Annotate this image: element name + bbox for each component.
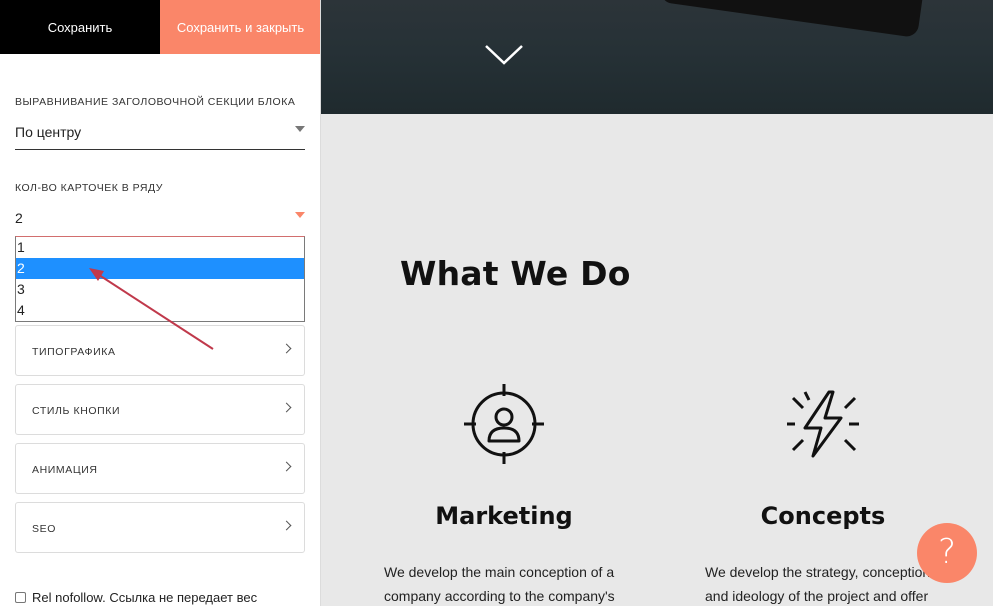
card-text-line: company according to the company's — [384, 588, 615, 604]
cards-per-row-value: 2 — [15, 210, 23, 226]
card-title: Marketing — [435, 502, 573, 530]
card-text: We develop the main conception of a comp… — [384, 560, 615, 606]
chevron-right-icon — [281, 520, 292, 531]
caret-down-icon — [295, 212, 305, 218]
rel-nofollow-label: Rel nofollow. Ссылка не передает вес — [32, 590, 258, 605]
caret-down-icon — [295, 126, 305, 132]
section-typography[interactable]: Типографика — [15, 325, 305, 376]
dropdown-option[interactable]: 4 — [16, 300, 304, 321]
cards-per-row-select[interactable]: 2 — [15, 204, 305, 236]
header-alignment-select[interactable]: По центру — [15, 118, 305, 150]
question-icon: ? — [937, 532, 957, 572]
rel-nofollow-row: Rel nofollow. Ссылка не передает вес — [15, 590, 315, 606]
card-text-line: We develop the strategy, conception — [705, 564, 931, 580]
section-label: Типографика — [32, 346, 116, 358]
card-title: Concepts — [760, 502, 886, 530]
cards-per-row-dropdown: 1 2 3 4 — [15, 236, 305, 322]
dropdown-option-selected[interactable]: 2 — [16, 258, 304, 279]
device-image — [659, 0, 923, 38]
card-text-line: and ideology of the project and offer — [705, 588, 929, 604]
chevron-right-icon — [281, 343, 292, 354]
header-alignment-label: Выравнивание заголовочной секции блока — [15, 96, 296, 108]
section-heading: What We Do — [400, 254, 631, 293]
card-text: We develop the strategy, conception and … — [705, 560, 930, 606]
chevron-right-icon — [281, 461, 292, 472]
target-user-icon — [464, 384, 544, 464]
section-seo[interactable]: SEO — [15, 502, 305, 553]
dropdown-option[interactable]: 1 — [16, 237, 304, 258]
section-label: Стиль кнопки — [32, 405, 121, 417]
card-text-line: We develop the main conception of a — [384, 564, 615, 580]
save-and-close-button[interactable]: Сохранить и закрыть — [160, 0, 320, 54]
header-alignment-value: По центру — [15, 124, 82, 140]
chevron-down-icon[interactable] — [484, 44, 524, 66]
section-animation[interactable]: Анимация — [15, 443, 305, 494]
page-preview: What We Do Marketing We develop the main… — [321, 114, 993, 606]
chevron-right-icon — [281, 402, 292, 413]
lightning-icon — [787, 390, 859, 458]
dropdown-option[interactable]: 3 — [16, 279, 304, 300]
save-button[interactable]: Сохранить — [0, 0, 160, 54]
rel-nofollow-checkbox[interactable] — [15, 592, 26, 603]
section-label: SEO — [32, 523, 56, 535]
section-button-style[interactable]: Стиль кнопки — [15, 384, 305, 435]
hero-image — [321, 0, 993, 114]
help-button[interactable]: ? — [917, 523, 977, 583]
section-label: Анимация — [32, 464, 98, 476]
cards-per-row-label: Кол-во карточек в ряду — [15, 182, 163, 194]
